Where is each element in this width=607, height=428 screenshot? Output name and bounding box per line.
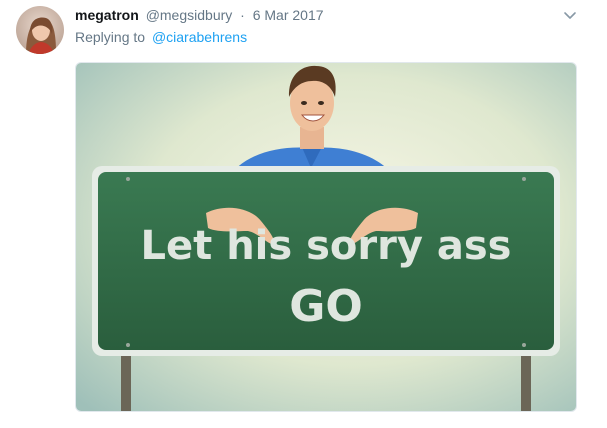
user-handle[interactable]: @megsidbury — [146, 7, 233, 23]
tweet-header: megatron @megsidbury · 6 Mar 2017 — [75, 6, 324, 24]
tweet-media[interactable]: Let his sorry ass GO — [75, 62, 577, 412]
sign-post-left — [121, 348, 131, 411]
sign-text-line2: GO — [289, 281, 363, 332]
avatar-image — [16, 6, 64, 54]
mention-link[interactable]: @ciarabehrens — [152, 29, 247, 45]
tweet: megatron @megsidbury · 6 Mar 2017 Replyi… — [0, 0, 607, 428]
tweet-date[interactable]: 6 Mar 2017 — [253, 7, 324, 23]
chevron-down-icon[interactable] — [561, 6, 579, 24]
avatar[interactable] — [16, 6, 64, 54]
separator: · — [240, 7, 245, 23]
sign-text-line1: Let his sorry ass — [141, 223, 512, 269]
replying-to: Replying to @ciarabehrens — [75, 28, 247, 46]
meme-image: Let his sorry ass GO — [76, 63, 576, 411]
display-name[interactable]: megatron — [75, 7, 139, 23]
replying-prefix: Replying to — [75, 29, 146, 45]
sign-post-right — [521, 348, 531, 411]
